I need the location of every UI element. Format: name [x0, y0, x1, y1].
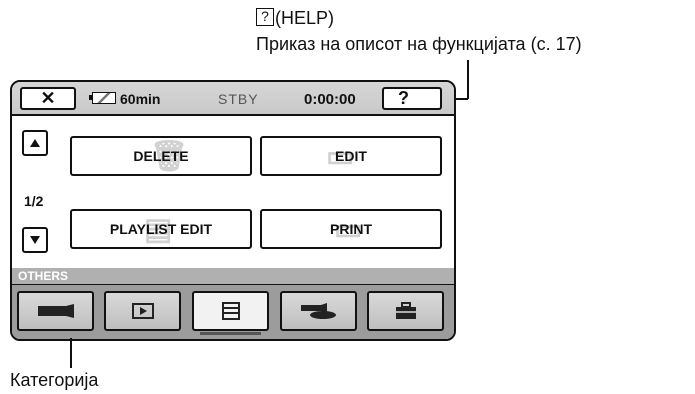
- recording-status: STBY: [218, 91, 259, 107]
- delete-button[interactable]: 🗑 DELETE: [70, 136, 252, 176]
- help-callout-description: Приказ на описот на функцијата (с. 17): [256, 34, 582, 54]
- time-counter: 0:00:00: [304, 91, 356, 108]
- tab-playback[interactable]: [104, 291, 181, 331]
- close-button[interactable]: ✕: [20, 87, 76, 110]
- camera-icon: [37, 304, 74, 318]
- status-bar: ✕ 60min STBY 0:00:00 ?: [12, 82, 454, 116]
- arrow-down-icon: [30, 236, 40, 244]
- category-tab-bar: [12, 284, 454, 339]
- arrow-up-icon: [30, 139, 40, 147]
- edit-button[interactable]: ▭ EDIT: [260, 136, 442, 176]
- scroll-up-button[interactable]: [22, 130, 48, 156]
- help-callout-line: [467, 60, 469, 99]
- help-key-symbol: ?: [256, 8, 274, 26]
- playback-icon: [131, 303, 154, 319]
- print-button[interactable]: ▭ PRINT: [260, 209, 442, 249]
- battery-icon: [89, 92, 116, 104]
- disc-manage-icon: [300, 303, 336, 319]
- edit-label: EDIT: [335, 148, 367, 164]
- camcorder-screen: ✕ 60min STBY 0:00:00 ? 1/2 🗑 DELETE ▭ ED…: [10, 80, 456, 341]
- toolbox-icon: [395, 302, 416, 319]
- battery-remaining: 60min: [120, 91, 161, 107]
- tab-disc-manage[interactable]: [280, 291, 357, 331]
- category-callout-line: [70, 338, 72, 368]
- tab-others[interactable]: [192, 291, 269, 335]
- category-callout-label: Категорија: [10, 370, 99, 390]
- others-icon: [221, 302, 240, 320]
- playlist-edit-button[interactable]: ▤ PLAYLIST EDIT: [70, 209, 252, 249]
- category-title: OTHERS: [12, 268, 454, 284]
- page-indicator: 1/2: [24, 193, 44, 209]
- tab-toolbox[interactable]: [367, 291, 444, 331]
- playlist-edit-label: PLAYLIST EDIT: [109, 221, 213, 237]
- tab-camera[interactable]: [17, 291, 94, 331]
- help-button[interactable]: ?: [382, 87, 442, 110]
- help-callout-title: (HELP): [275, 8, 335, 28]
- help-button-label: ?: [398, 88, 409, 108]
- delete-label: DELETE: [133, 148, 189, 164]
- scroll-down-button[interactable]: [22, 227, 48, 253]
- print-label: PRINT: [330, 221, 372, 237]
